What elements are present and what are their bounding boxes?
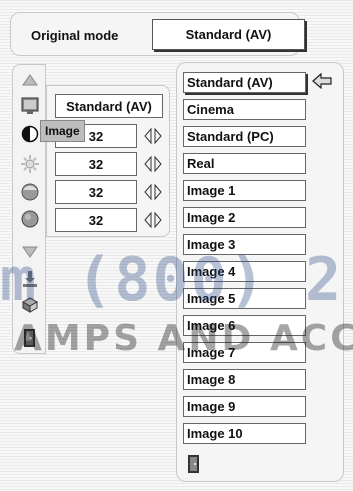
image-mode-list: Standard (AV) Cinema Standard (PC) Real …: [176, 62, 344, 482]
tint-icon[interactable]: [19, 208, 41, 230]
monitor-icon[interactable]: [19, 95, 41, 117]
left-right-arrows-icon[interactable]: [143, 183, 163, 201]
list-item[interactable]: Image 1: [183, 180, 306, 201]
reset-icon[interactable]: [19, 293, 41, 315]
left-right-arrows-icon[interactable]: [143, 155, 163, 173]
list-item[interactable]: Standard (PC): [183, 126, 306, 147]
adjust-row-color: 32: [55, 180, 165, 204]
list-item[interactable]: Image 8: [183, 369, 306, 390]
list-item[interactable]: Image 4: [183, 261, 306, 282]
contrast-icon[interactable]: [19, 123, 41, 145]
tint-value: 32: [55, 208, 137, 232]
left-right-arrows-icon[interactable]: [143, 211, 163, 229]
list-item[interactable]: Image 3: [183, 234, 306, 255]
down-arrow-icon[interactable]: [19, 241, 41, 263]
list-item[interactable]: Image 9: [183, 396, 306, 417]
left-right-arrows-icon[interactable]: [143, 127, 163, 145]
original-mode-value[interactable]: Standard (AV): [152, 19, 305, 50]
list-item[interactable]: Image 2: [183, 207, 306, 228]
brightness-value: 32: [55, 152, 137, 176]
list-item[interactable]: Image 5: [183, 288, 306, 309]
up-arrow-icon[interactable]: [19, 69, 41, 91]
store-icon[interactable]: [19, 268, 41, 290]
brightness-icon[interactable]: [19, 153, 41, 175]
list-item[interactable]: Image 10: [183, 423, 306, 444]
list-item[interactable]: Real: [183, 153, 306, 174]
original-mode-label: Original mode: [31, 28, 119, 43]
list-item[interactable]: Cinema: [183, 99, 306, 120]
left-arrow-icon: [312, 73, 332, 89]
list-item[interactable]: Image 7: [183, 342, 306, 363]
original-mode-bar: Original mode Standard (AV): [10, 12, 305, 56]
adjust-mode-value: Standard (AV): [55, 94, 163, 118]
image-adjust-panel: Standard (AV) 32 32 32 32: [46, 85, 170, 237]
image-adjust-toolbar: [12, 64, 46, 354]
list-item[interactable]: Standard (AV): [183, 72, 306, 93]
exit-icon[interactable]: [185, 453, 203, 475]
color-icon[interactable]: [19, 181, 41, 203]
toolbar-tooltip: Image: [40, 120, 85, 142]
exit-icon[interactable]: [19, 327, 41, 349]
list-item[interactable]: Image 6: [183, 315, 306, 336]
adjust-row-tint: 32: [55, 208, 165, 232]
adjust-row-brightness: 32: [55, 152, 165, 176]
color-value: 32: [55, 180, 137, 204]
